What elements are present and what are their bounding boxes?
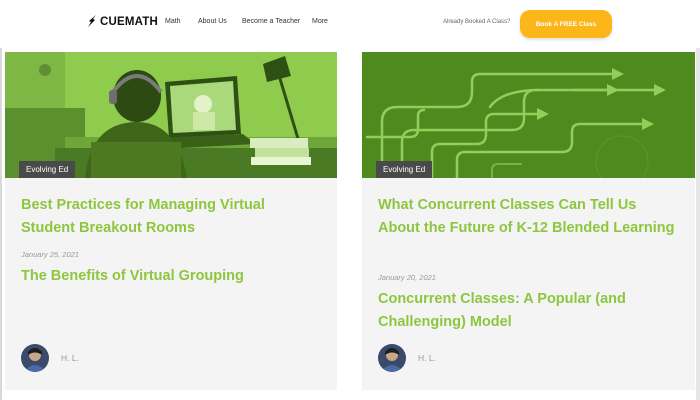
article-card-breakout-rooms[interactable]: Evolving Ed Best Practices for Managing …	[5, 52, 337, 390]
article-image-student-video-call[interactable]: Evolving Ed	[5, 52, 337, 178]
blog-page: CUEMATH Math About Us Become a Teacher M…	[0, 0, 700, 400]
rocket-icon	[88, 15, 96, 27]
book-free-class-button[interactable]: Book A FREE Class	[520, 10, 612, 38]
author-name[interactable]: H. L.	[418, 353, 436, 363]
article-subtitle[interactable]: Concurrent Classes: A Popular (and Chall…	[378, 288, 678, 334]
logo-text: CUEMATH	[100, 15, 159, 28]
avatar	[21, 344, 49, 372]
window-frame-left	[0, 0, 2, 400]
site-header: CUEMATH Math About Us Become a Teacher M…	[0, 0, 700, 48]
article-title[interactable]: Best Practices for Managing Virtual Stud…	[21, 194, 321, 240]
nav-link-math[interactable]: Math	[165, 18, 181, 25]
article-card-concurrent-classes[interactable]: Evolving Ed What Concurrent Classes Can …	[362, 52, 695, 390]
nav-link-more[interactable]: More	[312, 18, 328, 25]
article-subtitle[interactable]: The Benefits of Virtual Grouping	[21, 265, 321, 288]
nav-link-about-us[interactable]: About Us	[198, 18, 227, 25]
category-tag[interactable]: Evolving Ed	[376, 161, 433, 178]
article-author: H. L.	[21, 344, 79, 372]
article-author: H. L.	[378, 344, 436, 372]
article-image-arrows[interactable]: Evolving Ed	[362, 52, 695, 178]
article-date: January 25, 2021	[21, 250, 79, 259]
already-booked-link[interactable]: Already Booked A Class?	[443, 19, 510, 25]
window-frame-right	[696, 0, 700, 400]
nav-link-become-a-teacher[interactable]: Become a Teacher	[242, 18, 300, 25]
article-date: January 20, 2021	[378, 273, 436, 282]
student-laptop-illustration	[5, 52, 337, 178]
category-tag[interactable]: Evolving Ed	[19, 161, 76, 178]
article-title[interactable]: What Concurrent Classes Can Tell Us Abou…	[378, 194, 678, 240]
avatar	[378, 344, 406, 372]
cuemath-logo[interactable]: CUEMATH	[86, 15, 158, 28]
author-name[interactable]: H. L.	[61, 353, 79, 363]
arrows-illustration	[362, 52, 695, 178]
